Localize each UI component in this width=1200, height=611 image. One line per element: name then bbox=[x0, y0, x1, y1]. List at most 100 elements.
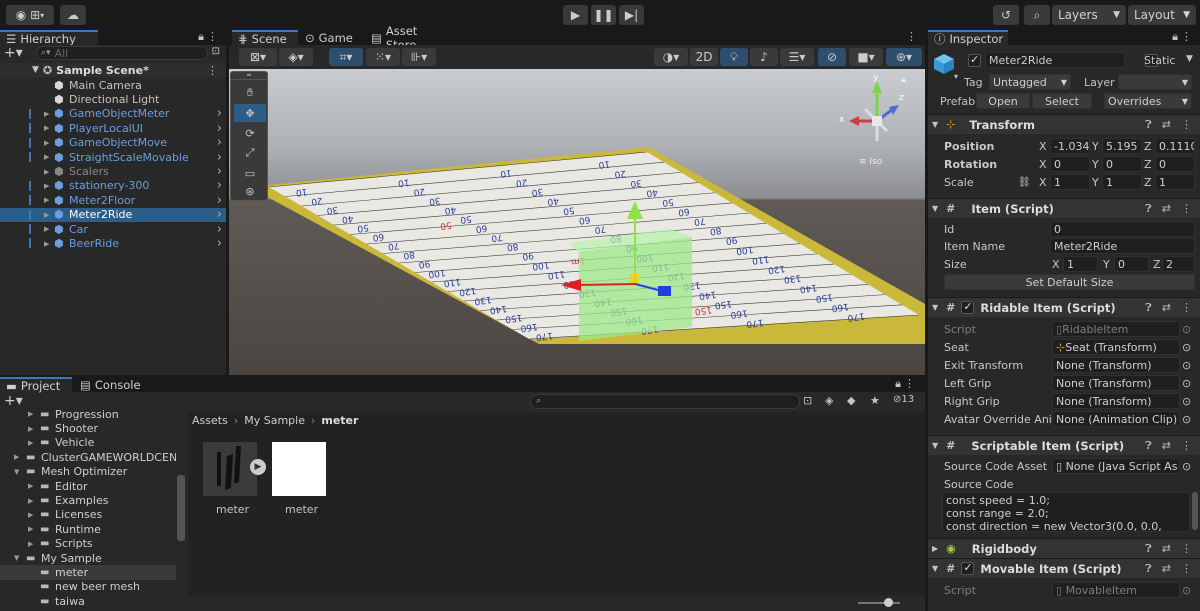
grid-snap-button[interactable]: ⌗▾ bbox=[329, 48, 363, 66]
tab-game[interactable]: ⊙ Game bbox=[299, 30, 363, 45]
object-picker-icon[interactable]: ⊙ bbox=[1182, 395, 1191, 408]
layer-dropdown[interactable]: ▼ bbox=[1118, 74, 1192, 90]
audio-toggle[interactable]: ♪ bbox=[750, 48, 778, 66]
prefab-open-button[interactable]: Open bbox=[976, 93, 1030, 109]
item-script-header[interactable]: ▼ # Item (Script) ❓︎ ⇄ ⋮ bbox=[928, 198, 1200, 218]
zoom-slider[interactable] bbox=[884, 598, 893, 607]
scriptable-item-header[interactable]: ▼ # Scriptable Item (Script) ❓︎ ⇄ ⋮ bbox=[928, 435, 1200, 455]
icon-dropdown[interactable]: ▾ bbox=[954, 72, 958, 81]
object-name-field[interactable]: Meter2Ride bbox=[985, 52, 1125, 68]
size-x-field[interactable]: 1 bbox=[1063, 256, 1098, 272]
preset-icon[interactable]: ⇄ bbox=[1162, 118, 1171, 132]
account-button[interactable]: ◉ ⊞ ▾ bbox=[6, 5, 54, 25]
chevron-right-icon[interactable]: ▶ bbox=[44, 240, 49, 248]
add-button[interactable]: +▾ bbox=[4, 45, 23, 61]
rect-tool-icon[interactable]: ▭ bbox=[234, 164, 266, 182]
shading-button[interactable]: ◈▾ bbox=[279, 48, 313, 66]
scale-x-field[interactable]: 1 bbox=[1050, 174, 1090, 190]
movable-item-header[interactable]: ▼ # Movable Item (Script) ❓︎ ⇄ ⋮ bbox=[928, 558, 1200, 578]
folder-item[interactable]: ▶ ▬ Scripts bbox=[0, 537, 176, 551]
ridable-item-header[interactable]: ▼ # Ridable Item (Script) ❓︎ ⇄ ⋮ bbox=[928, 297, 1200, 317]
prefab-select-button[interactable]: Select bbox=[1032, 93, 1092, 109]
object-reference-field[interactable]: None (Animation Clip) bbox=[1052, 411, 1180, 427]
lock-icon[interactable]: 🔒︎ bbox=[895, 377, 901, 391]
breadcrumb-item[interactable]: meter bbox=[321, 414, 358, 427]
step-button[interactable]: ▶| bbox=[619, 5, 644, 25]
chevron-right-icon[interactable]: ▶ bbox=[28, 425, 33, 433]
hierarchy-item[interactable]: ▶ ⬢ stationery-300 › bbox=[0, 178, 226, 193]
preset-icon[interactable]: ⇄ bbox=[1162, 562, 1171, 576]
chevron-right-icon[interactable]: ▶ bbox=[44, 225, 49, 233]
more-icon[interactable]: ⋮ bbox=[904, 377, 915, 390]
hierarchy-item[interactable]: ▶ ⬢ Car › bbox=[0, 222, 226, 237]
position-x-field[interactable]: -1.034 bbox=[1050, 138, 1090, 154]
rotation-z-field[interactable]: 0 bbox=[1155, 156, 1195, 172]
help-icon[interactable]: ❓︎ bbox=[1145, 301, 1152, 315]
2d-toggle[interactable]: 2D bbox=[690, 48, 718, 66]
more-icon[interactable]: ⋮ bbox=[1181, 118, 1192, 132]
prefab-open-icon[interactable]: › bbox=[217, 135, 222, 150]
folder-item[interactable]: ▶ ▬ Examples bbox=[0, 493, 176, 507]
rotate-tool-icon[interactable]: ⟳ bbox=[234, 124, 266, 142]
help-icon[interactable]: ❓︎ bbox=[1145, 118, 1152, 132]
scene-search-icon[interactable]: ⊡ bbox=[212, 46, 220, 57]
hierarchy-item[interactable]: ▶ ⬢ BeerRide › bbox=[0, 236, 226, 251]
search-scope-icon[interactable]: ⊡ bbox=[803, 394, 812, 407]
effects-button[interactable]: ☰▾ bbox=[780, 48, 814, 66]
ridable-enabled-checkbox[interactable] bbox=[961, 300, 975, 314]
lighting-toggle[interactable]: 💡︎ bbox=[720, 48, 748, 66]
preset-icon[interactable]: ⇄ bbox=[1162, 202, 1171, 216]
project-search[interactable]: ⌕ bbox=[530, 394, 800, 409]
hierarchy-item[interactable]: ▶ ⬢ GameObjectMeter › bbox=[0, 106, 226, 121]
scene-viewport[interactable]: 10 20 30 40 50 60 70 80 90 100 110 120 130 140 150 160 1… bbox=[229, 69, 925, 375]
prefab-open-icon[interactable]: › bbox=[217, 222, 222, 237]
tab-project[interactable]: ▬ Project bbox=[0, 377, 72, 393]
position-z-field[interactable]: 0.1110 bbox=[1155, 138, 1195, 154]
source-code-textarea[interactable]: const speed = 1.0; const range = 2.0; co… bbox=[942, 492, 1190, 532]
more-icon[interactable]: ⋮ bbox=[1181, 439, 1192, 453]
prefab-overrides-dropdown[interactable]: Overrides ▼ bbox=[1104, 93, 1192, 109]
item-name-field[interactable]: Meter2Ride bbox=[1050, 238, 1195, 254]
folder-item[interactable]: ▶ ▬ Progression bbox=[0, 407, 176, 421]
help-icon[interactable]: ❓︎ bbox=[1145, 439, 1152, 453]
chevron-right-icon[interactable]: ▶ bbox=[44, 196, 49, 204]
asset-thumbnail-model[interactable] bbox=[203, 442, 257, 496]
breadcrumb-item[interactable]: My Sample bbox=[244, 414, 305, 427]
tab-hierarchy[interactable]: ☰ Hierarchy bbox=[0, 30, 98, 46]
hierarchy-search[interactable]: ⌕▾ All bbox=[36, 46, 208, 60]
hierarchy-item[interactable]: ⬢ Directional Light bbox=[0, 92, 226, 106]
hidden-packages-button[interactable]: ⊘13 bbox=[893, 394, 914, 405]
folder-item[interactable]: ▶ ▬ Licenses bbox=[0, 508, 176, 522]
play-button[interactable]: ▶ bbox=[563, 5, 588, 25]
snap-increment-button[interactable]: ⁙▾ bbox=[366, 48, 400, 66]
size-y-field[interactable]: 0 bbox=[1114, 256, 1149, 272]
lock-icon[interactable]: 🔒︎ bbox=[1172, 30, 1178, 44]
hierarchy-item[interactable]: ▶ ⬢ PlayerLocalUI › bbox=[0, 121, 226, 136]
code-scrollbar[interactable] bbox=[1192, 492, 1198, 530]
scale-z-field[interactable]: 1 bbox=[1155, 174, 1195, 190]
hierarchy-item[interactable]: ▶ ⬢ Meter2Ride › bbox=[0, 207, 226, 222]
chevron-down-icon[interactable]: ▼ bbox=[14, 468, 19, 476]
chevron-right-icon[interactable]: ▶ bbox=[44, 182, 49, 190]
search-button[interactable]: ⌕ bbox=[1024, 5, 1050, 25]
more-icon[interactable]: ⋮ bbox=[1181, 202, 1192, 216]
object-reference-field[interactable]: None (Transform) bbox=[1052, 375, 1180, 391]
chevron-right-icon[interactable]: ▶ bbox=[28, 511, 33, 519]
folder-item[interactable]: ▼ ▬ Mesh Optimizer bbox=[0, 465, 176, 479]
link-icon[interactable]: ⛓︎ bbox=[1018, 177, 1031, 188]
folder-item[interactable]: ▶ ▬ Vehicle bbox=[0, 436, 176, 450]
chevron-right-icon[interactable]: ▶ bbox=[44, 168, 49, 176]
asset-thumbnail-texture[interactable] bbox=[272, 442, 326, 496]
chevron-right-icon[interactable]: ▶ bbox=[44, 211, 49, 219]
chevron-down-icon[interactable]: ▼ bbox=[1186, 54, 1193, 64]
gizmos-button[interactable]: ⊕▾ bbox=[886, 48, 922, 66]
gizmo-lock-icon[interactable]: 🔒︎ bbox=[901, 75, 906, 85]
transform-tool-icon[interactable]: ⊛ bbox=[234, 182, 266, 200]
play-preview-icon[interactable]: ▶ bbox=[250, 459, 266, 475]
move-tool-icon[interactable]: ✥ bbox=[234, 104, 266, 122]
more-icon[interactable]: ⋮ bbox=[1181, 30, 1192, 43]
chevron-right-icon[interactable]: ▶ bbox=[44, 110, 49, 118]
more-icon[interactable]: ⋮ bbox=[1181, 542, 1192, 556]
hierarchy-item[interactable]: ⬢ Main Camera bbox=[0, 78, 226, 92]
prefab-open-icon[interactable]: › bbox=[217, 193, 222, 208]
